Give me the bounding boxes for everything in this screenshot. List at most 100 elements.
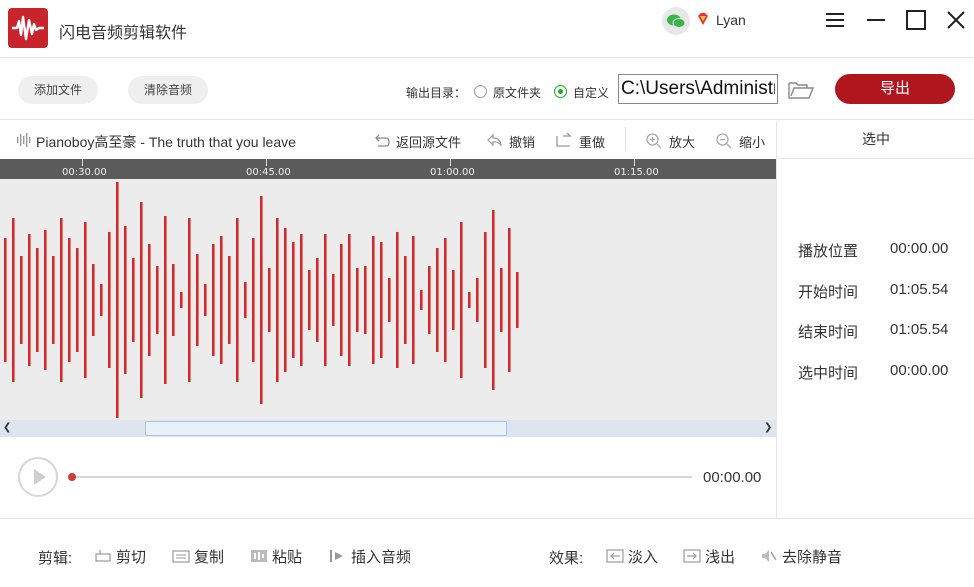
waveform-bar [108, 232, 111, 368]
waveform-bar [36, 248, 39, 352]
scroll-right-icon[interactable]: ❯ [764, 422, 772, 433]
revert-label: 返回源文件 [396, 135, 462, 150]
waveform-bar [220, 236, 223, 364]
revert-button[interactable]: 返回源文件 [372, 131, 472, 151]
cut-button[interactable]: 剪切 [94, 546, 154, 566]
waveform-bar [60, 218, 63, 382]
ruler-tick [450, 159, 451, 166]
play-icon[interactable] [18, 457, 58, 497]
fade-out-label: 浅出 [705, 549, 736, 566]
waveform-bar [164, 216, 167, 384]
waveform-bar [340, 244, 343, 356]
add-file-button[interactable]: 添加文件 [18, 76, 98, 104]
waveform-bar [372, 236, 375, 364]
insert-audio-button[interactable]: 插入音频 [329, 546, 419, 566]
zoom-out-icon [716, 133, 732, 149]
waveform-bar [44, 230, 47, 370]
ruler-tick-label: 01:15.00 [614, 167, 659, 178]
effects-label: 效果: [549, 550, 584, 567]
waveform-bar [20, 256, 23, 344]
minimize-icon[interactable] [864, 8, 888, 32]
fade-in-button[interactable]: 淡入 [606, 546, 666, 566]
timeline-scrollbar[interactable]: ❮ ❯ [0, 420, 776, 437]
source-folder-radio[interactable] [474, 85, 487, 98]
undo-label: 撤销 [509, 135, 536, 150]
zoom-out-button[interactable]: 缩小 [715, 131, 775, 151]
custom-folder-radio[interactable] [554, 85, 567, 98]
paste-label: 粘贴 [272, 549, 303, 566]
custom-folder-label: 自定义 [573, 86, 610, 100]
cut-icon [95, 550, 111, 562]
waveform-bar [12, 218, 15, 382]
waveform-area[interactable] [0, 179, 776, 420]
waveform-bar [28, 234, 31, 366]
redo-button[interactable]: 重做 [555, 131, 615, 151]
waveform-bar [68, 238, 71, 362]
progress-knob[interactable] [68, 473, 76, 481]
waveform-bar [292, 242, 295, 358]
zoom-in-button[interactable]: 放大 [645, 131, 705, 151]
end-time-value: 01:05.54 [890, 321, 949, 338]
editor-header: Pianoboy高至豪 - The truth that you leave 返… [0, 121, 776, 159]
fade-out-button[interactable]: 浅出 [683, 546, 743, 566]
export-button[interactable]: 导出 [835, 74, 955, 104]
insert-audio-icon [330, 550, 343, 562]
waveform-bar [204, 284, 207, 316]
panel-title: 选中 [777, 121, 974, 159]
menu-icon[interactable] [823, 8, 847, 32]
timeline-ruler[interactable]: 00:30.00 00:45.00 01:00.00 01:15.00 [0, 159, 776, 179]
waveform-bar [188, 218, 191, 382]
waveform-bar [404, 256, 407, 344]
cut-label: 剪切 [116, 549, 147, 566]
source-folder-label: 原文件夹 [493, 86, 542, 100]
waveform-bar [444, 238, 447, 362]
wechat-icon[interactable] [662, 7, 690, 35]
waveform-bar [212, 244, 215, 356]
waveform-bar [124, 226, 127, 374]
file-name: Pianoboy高至豪 - The truth that you leave [36, 134, 296, 150]
edit-label: 剪辑: [38, 550, 73, 567]
username[interactable]: Lyan [716, 12, 746, 28]
waveform-bar [180, 292, 183, 308]
ruler-tick [82, 159, 83, 166]
waveform-bar [420, 290, 423, 310]
waveform-bar [4, 238, 7, 362]
waveform-bar [348, 234, 351, 366]
play-position-value: 00:00.00 [890, 240, 949, 257]
ruler-tick-label: 01:00.00 [430, 167, 475, 178]
progress-track[interactable] [72, 476, 692, 478]
waveform-bar [156, 266, 159, 334]
waveform-bar [460, 222, 463, 378]
close-icon[interactable] [944, 8, 968, 32]
waveform-bar [396, 232, 399, 368]
copy-button[interactable]: 复制 [172, 546, 232, 566]
scroll-left-icon[interactable]: ❮ [3, 422, 11, 433]
folder-open-icon[interactable] [787, 79, 815, 101]
waveform-bar [316, 258, 319, 342]
waveform-bar [508, 228, 511, 372]
ruler-tick-label: 00:30.00 [62, 167, 107, 178]
waveform-bar [276, 218, 279, 382]
scroll-thumb[interactable] [145, 421, 507, 436]
maximize-icon[interactable] [904, 8, 928, 32]
clear-audio-button[interactable]: 清除音频 [128, 76, 208, 104]
redo-label: 重做 [579, 135, 606, 150]
waveform-bar [172, 264, 175, 336]
undo-button[interactable]: 撤销 [485, 131, 545, 151]
ruler-tick [266, 159, 267, 166]
fade-in-icon [606, 549, 624, 563]
paste-button[interactable]: 粘贴 [250, 546, 310, 566]
copy-label: 复制 [194, 549, 225, 566]
waveform-bar [492, 210, 495, 390]
selection-panel: 选中 播放位置 00:00.00 开始时间 01:05.54 结束时间 01:0… [776, 121, 974, 518]
output-path-input[interactable] [618, 74, 778, 104]
waveform-bar [364, 266, 367, 334]
zoom-in-icon [646, 133, 662, 149]
waveform-bar [236, 218, 239, 382]
remove-silence-button[interactable]: 去除静音 [760, 546, 860, 566]
waveform-bar [116, 182, 119, 418]
waveform-bar [324, 234, 327, 366]
bottom-bar: 剪辑: 剪切 复制 粘贴 插入音频 效果: 淡入 浅出 去除静音 [0, 518, 974, 587]
toolbar-divider [625, 127, 626, 151]
waveform-bar [300, 234, 303, 366]
